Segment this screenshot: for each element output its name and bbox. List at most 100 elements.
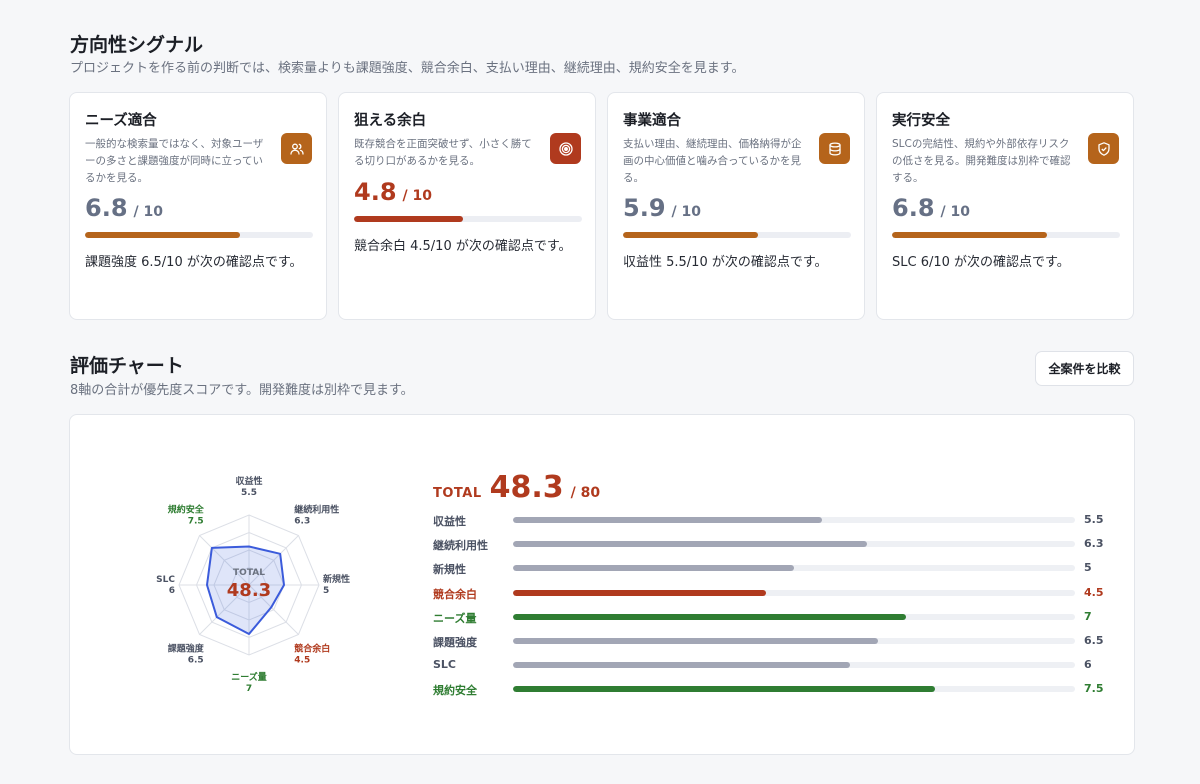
radar-axis-value: 6 — [169, 586, 175, 596]
card-description: 既存競合を正面突破せず、小さく勝てる切り口があるかを見る。 — [354, 138, 532, 167]
axis-bar-label: SLC — [433, 658, 457, 672]
signal-card: 事業適合支払い理由、継続理由、価格納得が企画の中心価値と噛み合っているかを見る。… — [607, 92, 865, 320]
axis-bar-row: 収益性 5.5 — [433, 513, 1113, 529]
radar-axis-label: 課題強度 — [168, 642, 205, 654]
axis-bar-track — [513, 662, 1075, 669]
radar-axis-value: 6.5 — [188, 655, 204, 665]
axis-bar-value: 5 — [1084, 561, 1092, 575]
radar-axis-label: 収益性 — [235, 475, 262, 487]
axis-bar-track — [513, 565, 1075, 572]
axis-bar-track — [513, 589, 1075, 596]
axis-bar-label: ニーズ量 — [433, 611, 477, 625]
card-title: 狙える余白 — [354, 113, 427, 129]
card-score-value: 6.8 — [85, 194, 128, 223]
radar-axis-value: 5.5 — [241, 488, 257, 498]
axis-bar-value: 7 — [1084, 609, 1092, 623]
card-progress-bar — [354, 215, 582, 222]
card-progress-fill — [892, 232, 1048, 239]
card-score-max: / 10 — [133, 204, 163, 221]
card-score-value: 6.8 — [892, 194, 935, 223]
axis-bar-value: 6.5 — [1084, 634, 1104, 647]
radar-axis-value: 7.5 — [188, 517, 204, 527]
evaluation-title: 評価チャート — [70, 355, 184, 377]
card-score: 6.8 / 10 — [85, 194, 312, 222]
axis-bar-fill — [513, 589, 766, 596]
axis-bar-value: 7.5 — [1084, 682, 1104, 696]
card-score-value: 4.8 — [354, 177, 397, 206]
axis-bar-row: 競合余白 4.5 — [433, 586, 1113, 602]
database-icon — [819, 133, 850, 164]
axis-bar-value: 4.5 — [1084, 585, 1104, 599]
card-title: 事業適合 — [623, 113, 681, 129]
axis-bar-track — [513, 638, 1075, 644]
axis-bar-value: 5.5 — [1084, 513, 1104, 526]
card-progress-bar — [623, 232, 851, 239]
card-progress-fill — [354, 215, 464, 222]
axis-bar-value: 6 — [1084, 658, 1092, 672]
axis-bar-track — [513, 613, 1075, 620]
radar-total-value: 48.3 — [227, 580, 271, 601]
axis-bar-fill — [513, 517, 823, 523]
axis-bar-label: 課題強度 — [433, 636, 477, 649]
axis-bar-label: 新規性 — [433, 563, 466, 577]
card-note: 収益性 5.5/10 が次の確認点です。 — [623, 255, 828, 271]
card-title: 実行安全 — [892, 113, 950, 129]
card-description: SLCの完結性、規約や外部依存リスクの低さを見る。開発難度は別枠で確認する。 — [892, 138, 1071, 184]
axis-bar-label: 規約安全 — [433, 684, 477, 698]
axis-bar-row: SLC 6 — [433, 658, 1113, 674]
axis-bar-row: 継続利用性 6.3 — [433, 537, 1113, 553]
radar-axis-value: 5 — [323, 586, 329, 596]
axis-bar-fill — [513, 686, 935, 693]
direction-subtitle: プロジェクトを作る前の判断では、検索量よりも課題強度、競合余白、支払い理由、継続… — [70, 61, 745, 76]
target-icon — [550, 133, 581, 164]
evaluation-chart-card: TOTAL 48.3 収益性 5.5 継続利用性 6.3 新規性 5 競合余白 4.5 ニーズ量 7 課… — [69, 414, 1135, 755]
card-score: 6.8 / 10 — [892, 194, 1119, 222]
radar-axis-label: SLC — [156, 575, 175, 585]
radar-total-label: TOTAL — [233, 568, 265, 578]
compare-all-button[interactable]: 全案件を比較 — [1035, 351, 1134, 386]
axis-bar-track — [513, 541, 1075, 548]
signal-card: 実行安全 SLCの完結性、規約や外部依存リスクの低さを見る。開発難度は別枠で確認す… — [876, 92, 1134, 320]
direction-title: 方向性シグナル — [70, 34, 204, 56]
axis-bar-row: 課題強度 6.5 — [433, 634, 1113, 650]
axis-bar-track — [513, 686, 1075, 693]
radar-axis-label: 競合余白 — [294, 642, 330, 654]
total-value: 48.3 — [489, 470, 564, 505]
card-note: 課題強度 6.5/10 が次の確認点です。 — [85, 255, 303, 271]
card-score: 5.9 / 10 — [623, 194, 850, 222]
axis-bar-fill — [513, 541, 868, 548]
radar-axis-value: 4.5 — [294, 655, 310, 665]
card-score-max: / 10 — [940, 204, 970, 221]
card-description: 一般的な検索量ではなく、対象ユーザーの多さと課題強度が同時に立っているかを見る。 — [85, 138, 264, 184]
card-progress-bar — [85, 232, 313, 239]
axis-bar-label: 競合余白 — [433, 587, 477, 601]
card-score-max: / 10 — [671, 204, 701, 221]
axis-bar-label: 継続利用性 — [433, 539, 488, 553]
card-note: 競合余白 4.5/10 が次の確認点です。 — [354, 238, 572, 254]
radar-chart: TOTAL 48.3 収益性5.5 継続利用性6.3 新規性5 競合余白4.5 ニーズ量7 課… — [156, 475, 350, 694]
total-max: / 80 — [570, 485, 601, 501]
radar-axis-label: 新規性 — [323, 573, 350, 585]
card-score-max: / 10 — [402, 187, 432, 204]
card-score-value: 5.9 — [623, 194, 666, 223]
evaluation-subtitle: 8軸の合計が優先度スコアです。開発難度は別枠で見ます。 — [70, 383, 414, 398]
radar-axis-value: 7 — [246, 684, 252, 694]
axis-bar-fill — [513, 662, 851, 669]
axis-bar-row: 新規性 5 — [433, 561, 1113, 577]
axis-bar-row: 規約安全 7.5 — [433, 682, 1113, 698]
axis-bar-fill — [513, 638, 879, 644]
axis-bar-value: 6.3 — [1084, 537, 1104, 551]
total-label: TOTAL — [433, 486, 482, 501]
radar-axis-label: 継続利用性 — [294, 504, 339, 516]
axis-bar-fill — [513, 613, 907, 620]
card-score: 4.8 / 10 — [354, 178, 581, 206]
shield-icon — [1088, 133, 1119, 164]
card-progress-bar — [892, 232, 1120, 239]
card-description: 支払い理由、継続理由、価格納得が企画の中心価値と噛み合っているかを見る。 — [623, 138, 802, 184]
users-icon — [281, 133, 312, 164]
axis-bar-fill — [513, 565, 794, 572]
signal-card: ニーズ適合 一般的な検索量ではなく、対象ユーザーの多さと課題強度が同時に立っている… — [69, 92, 327, 320]
axis-bar-track — [513, 517, 1075, 523]
card-progress-fill — [85, 232, 241, 239]
axis-bar-label: 収益性 — [433, 515, 466, 528]
